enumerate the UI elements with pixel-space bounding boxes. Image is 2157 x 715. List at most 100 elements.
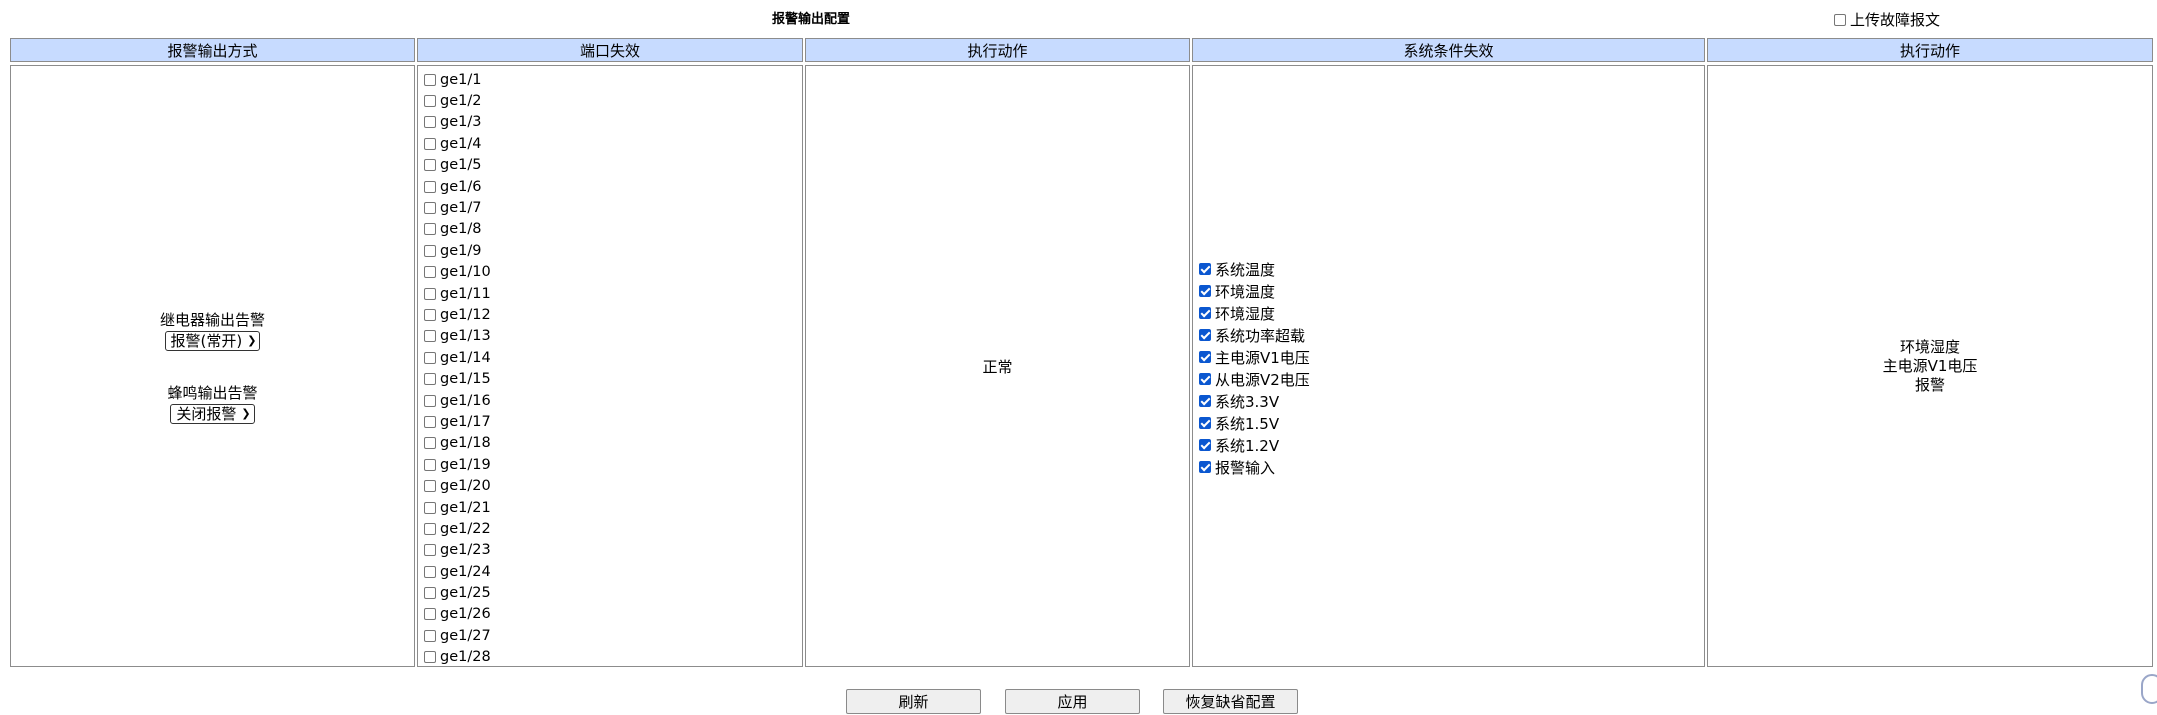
port-item[interactable]: ge1/28: [424, 647, 491, 668]
buzzer-output-select[interactable]: 关闭报警 ❯: [170, 403, 255, 424]
condition-checkbox[interactable]: [1199, 263, 1211, 275]
port-checkbox[interactable]: [424, 202, 436, 215]
port-checkbox[interactable]: [424, 223, 436, 236]
port-item[interactable]: ge1/14: [424, 347, 491, 368]
port-item[interactable]: ge1/19: [424, 454, 491, 475]
port-item[interactable]: ge1/9: [424, 240, 491, 261]
port-checkbox[interactable]: [424, 95, 436, 108]
upload-fault-report[interactable]: 上传故障报文: [1834, 9, 1940, 30]
header-condition-action: 执行动作: [1707, 38, 2153, 62]
condition-item[interactable]: 环境温度: [1199, 280, 1310, 302]
port-checkbox[interactable]: [424, 522, 436, 535]
port-item[interactable]: ge1/22: [424, 518, 491, 539]
port-label: ge1/14: [440, 349, 491, 366]
port-item[interactable]: ge1/17: [424, 411, 491, 432]
port-checkbox[interactable]: [424, 501, 436, 514]
port-item[interactable]: ge1/3: [424, 112, 491, 133]
port-checkbox[interactable]: [424, 244, 436, 257]
port-label: ge1/5: [440, 157, 482, 174]
port-item[interactable]: ge1/8: [424, 219, 491, 240]
port-item[interactable]: ge1/25: [424, 582, 491, 603]
condition-item[interactable]: 系统3.3V: [1199, 390, 1310, 412]
port-checkbox[interactable]: [424, 587, 436, 600]
condition-item[interactable]: 系统1.5V: [1199, 412, 1310, 434]
port-item[interactable]: ge1/16: [424, 390, 491, 411]
port-checkbox[interactable]: [424, 415, 436, 428]
condition-checkbox[interactable]: [1199, 417, 1211, 429]
port-item[interactable]: ge1/1: [424, 69, 491, 90]
port-item[interactable]: ge1/4: [424, 133, 491, 154]
condition-checkbox[interactable]: [1199, 285, 1211, 297]
port-checkbox[interactable]: [424, 437, 436, 450]
port-checkbox[interactable]: [424, 308, 436, 321]
port-item[interactable]: ge1/27: [424, 625, 491, 646]
port-checkbox[interactable]: [424, 137, 436, 150]
condition-label: 主电源V1电压: [1215, 348, 1310, 367]
condition-checkbox[interactable]: [1199, 373, 1211, 385]
system-condition-cell: 系统温度 环境温度 环境湿度 系统功率超载 主电源V1电压 从电源V2电压 系统3.3V 系统…: [1192, 65, 1705, 667]
port-checkbox[interactable]: [424, 287, 436, 300]
port-checkbox[interactable]: [424, 73, 436, 86]
relay-output-select[interactable]: 报警(常开) ❯: [164, 330, 261, 351]
condition-checkbox[interactable]: [1199, 461, 1211, 473]
port-checkbox[interactable]: [424, 330, 436, 343]
port-list: ge1/1 ge1/2 ge1/3 ge1/4 ge1/5 ge1/6 ge1/7 ge1/8…: [424, 69, 491, 668]
port-item[interactable]: ge1/5: [424, 155, 491, 176]
port-item[interactable]: ge1/15: [424, 368, 491, 389]
port-checkbox[interactable]: [424, 629, 436, 642]
port-checkbox[interactable]: [424, 394, 436, 407]
condition-item[interactable]: 主电源V1电压: [1199, 346, 1310, 368]
port-label: ge1/3: [440, 114, 482, 131]
port-label: ge1/11: [440, 285, 491, 302]
port-checkbox[interactable]: [424, 351, 436, 364]
port-item[interactable]: ge1/2: [424, 90, 491, 111]
condition-checkbox[interactable]: [1199, 395, 1211, 407]
restore-defaults-button[interactable]: 恢复缺省配置: [1163, 689, 1298, 714]
port-item[interactable]: ge1/13: [424, 326, 491, 347]
port-checkbox[interactable]: [424, 373, 436, 386]
header-port-failure: 端口失效: [417, 38, 803, 62]
port-action-text: 正常: [982, 357, 1013, 376]
condition-label: 环境湿度: [1215, 304, 1276, 323]
port-checkbox[interactable]: [424, 180, 436, 193]
port-item[interactable]: ge1/6: [424, 176, 491, 197]
port-item[interactable]: ge1/18: [424, 433, 491, 454]
port-item[interactable]: ge1/7: [424, 197, 491, 218]
port-checkbox[interactable]: [424, 116, 436, 129]
port-checkbox[interactable]: [424, 458, 436, 471]
condition-item[interactable]: 系统功率超载: [1199, 324, 1310, 346]
upload-fault-report-checkbox[interactable]: [1834, 13, 1846, 26]
condition-label: 系统3.3V: [1215, 392, 1280, 411]
port-checkbox[interactable]: [424, 159, 436, 172]
condition-item[interactable]: 系统温度: [1199, 258, 1310, 280]
port-item[interactable]: ge1/21: [424, 497, 491, 518]
apply-button[interactable]: 应用: [1005, 689, 1140, 714]
condition-item[interactable]: 从电源V2电压: [1199, 368, 1310, 390]
condition-label: 环境温度: [1215, 282, 1276, 301]
port-checkbox[interactable]: [424, 480, 436, 493]
port-item[interactable]: ge1/23: [424, 540, 491, 561]
page-title: 报警输出配置: [772, 12, 851, 27]
port-item[interactable]: ge1/26: [424, 604, 491, 625]
scroll-handle[interactable]: [2141, 674, 2157, 704]
port-checkbox[interactable]: [424, 565, 436, 578]
port-checkbox[interactable]: [424, 266, 436, 279]
port-item[interactable]: ge1/10: [424, 262, 491, 283]
condition-label: 系统温度: [1215, 260, 1276, 279]
condition-item[interactable]: 报警输入: [1199, 456, 1310, 478]
port-item[interactable]: ge1/11: [424, 283, 491, 304]
condition-checkbox[interactable]: [1199, 439, 1211, 451]
port-item[interactable]: ge1/24: [424, 561, 491, 582]
port-checkbox[interactable]: [424, 608, 436, 621]
port-item[interactable]: ge1/12: [424, 304, 491, 325]
port-checkbox[interactable]: [424, 651, 436, 664]
port-failure-cell: ge1/1 ge1/2 ge1/3 ge1/4 ge1/5 ge1/6 ge1/7 ge1/8…: [417, 65, 803, 667]
condition-checkbox[interactable]: [1199, 329, 1211, 341]
condition-checkbox[interactable]: [1199, 307, 1211, 319]
condition-item[interactable]: 系统1.2V: [1199, 434, 1310, 456]
port-item[interactable]: ge1/20: [424, 475, 491, 496]
port-checkbox[interactable]: [424, 544, 436, 557]
refresh-button[interactable]: 刷新: [846, 689, 981, 714]
condition-checkbox[interactable]: [1199, 351, 1211, 363]
condition-item[interactable]: 环境湿度: [1199, 302, 1310, 324]
